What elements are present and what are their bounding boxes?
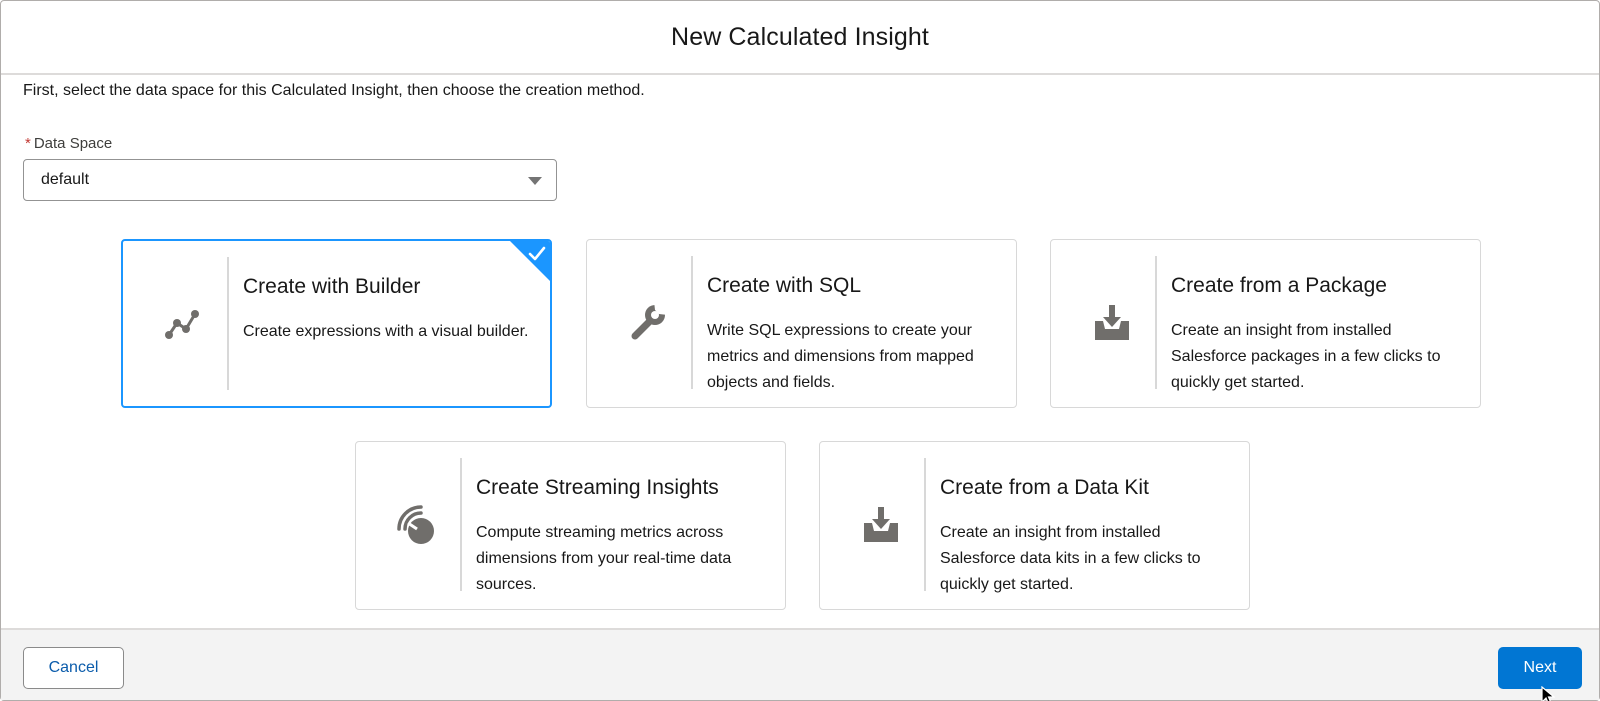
tile-divider bbox=[460, 458, 462, 591]
required-marker: * bbox=[25, 135, 31, 152]
tile-title: Create with Builder bbox=[243, 275, 421, 298]
modal-footer: Cancel Next bbox=[1, 628, 1599, 701]
tile-divider bbox=[1155, 256, 1157, 389]
tile-create-with-sql[interactable]: Create with SQL Write SQL expressions to… bbox=[586, 239, 1017, 408]
streaming-icon bbox=[394, 502, 440, 548]
cancel-button[interactable]: Cancel bbox=[23, 647, 124, 689]
tile-create-with-builder[interactable]: Create with Builder Create expressions w… bbox=[121, 239, 552, 408]
tile-divider bbox=[924, 458, 926, 591]
tile-title: Create Streaming Insights bbox=[476, 476, 719, 499]
data-space-label: * Data Space bbox=[25, 135, 112, 152]
tile-title: Create with SQL bbox=[707, 274, 862, 297]
tile-description: Write SQL expressions to create your met… bbox=[707, 322, 974, 391]
data-space-select[interactable]: default bbox=[23, 159, 557, 201]
chevron-down-icon bbox=[528, 177, 542, 185]
data-space-label-text: Data Space bbox=[33, 135, 113, 152]
tile-divider bbox=[227, 257, 229, 390]
next-button[interactable]: Next bbox=[1498, 647, 1582, 689]
intro-text: First, select the data space for this Ca… bbox=[23, 82, 645, 99]
modal-title: New Calculated Insight bbox=[671, 22, 929, 51]
tile-title: Create from a Data Kit bbox=[940, 476, 1149, 499]
mouse-cursor-icon bbox=[1541, 686, 1555, 701]
tile-description: Compute streaming metrics across dimensi… bbox=[476, 524, 732, 593]
tile-divider bbox=[691, 256, 693, 389]
builder-icon bbox=[161, 301, 207, 347]
wrench-icon bbox=[625, 300, 671, 346]
tile-create-streaming-insights[interactable]: Create Streaming Insights Compute stream… bbox=[355, 441, 786, 610]
tile-title: Create from a Package bbox=[1171, 274, 1387, 297]
download-icon bbox=[1089, 300, 1135, 346]
tile-description: Create expressions with a visual builder… bbox=[243, 323, 529, 340]
download-icon bbox=[858, 502, 904, 548]
data-space-select-value: default bbox=[41, 171, 90, 188]
tile-create-from-data-kit[interactable]: Create from a Data Kit Create an insight… bbox=[819, 441, 1250, 610]
new-calculated-insight-modal: New Calculated Insight First, select the… bbox=[0, 0, 1600, 701]
tile-create-from-package[interactable]: Create from a Package Create an insight … bbox=[1050, 239, 1481, 408]
checkmark-icon bbox=[528, 246, 546, 261]
tile-description: Create an insight from installed Salesfo… bbox=[1171, 322, 1441, 391]
modal-header: New Calculated Insight bbox=[1, 1, 1599, 75]
tile-description: Create an insight from installed Salesfo… bbox=[940, 524, 1201, 593]
